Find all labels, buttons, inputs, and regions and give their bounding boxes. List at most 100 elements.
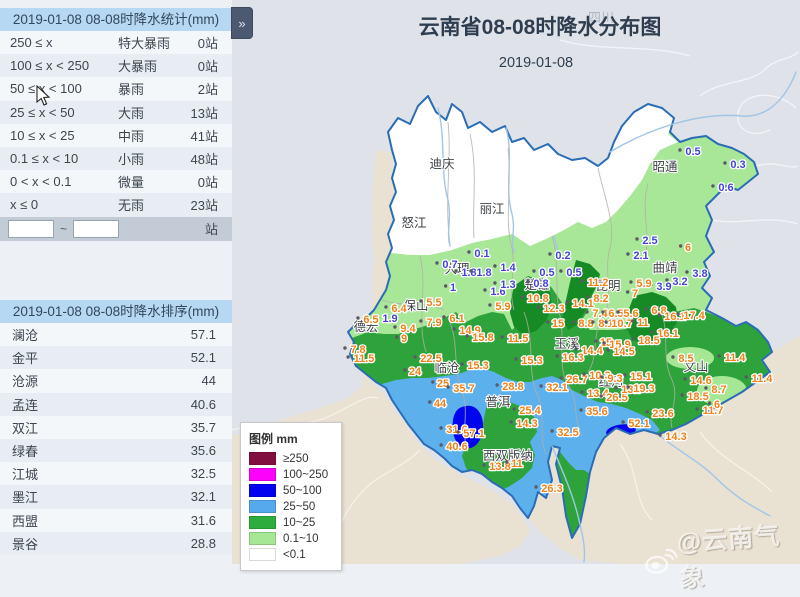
- station-value: 40.6: [446, 441, 467, 453]
- station-value: 18.5: [638, 335, 659, 347]
- station-value: 11.2: [588, 277, 609, 289]
- stats-cell-cnt: 0站: [180, 33, 218, 52]
- station-dot: [488, 303, 491, 306]
- station-dot: [356, 316, 359, 319]
- stats-cell-cnt: 48站: [180, 149, 218, 168]
- sidebar-collapse-button[interactable]: »: [231, 7, 253, 39]
- station-count-filter: ~ 站: [0, 217, 232, 241]
- legend-item: <0.1: [249, 548, 333, 561]
- station-dot: [456, 430, 459, 433]
- stats-cell-range: 50 ≤ x < 100: [10, 81, 118, 96]
- station-dot: [526, 280, 529, 283]
- station-dot: [695, 407, 698, 410]
- station-dot: [467, 250, 470, 253]
- rank-rows: 澜沧57.1金平52.1沧源44孟连40.6双江35.7绿春35.6江城32.5…: [0, 323, 232, 555]
- station-value: 14.4: [581, 345, 603, 357]
- stats-cell-cat: 暴雨: [118, 79, 180, 98]
- station-dot: [635, 237, 638, 240]
- legend-rows: ≥250100~25050~10025~5010~250.1~10<0.1: [249, 452, 333, 561]
- station-dot: [602, 341, 605, 344]
- station-value: 1.4: [500, 262, 516, 274]
- stats-row: 10 ≤ x < 25中雨41站: [0, 124, 232, 147]
- station-value: 32.1: [546, 382, 567, 394]
- legend-item: ≥250: [249, 452, 333, 465]
- station-dot: [671, 355, 674, 358]
- station-dot: [469, 269, 472, 272]
- station-dot: [493, 281, 496, 284]
- station-value: 9: [401, 333, 407, 345]
- station-dot: [644, 307, 647, 310]
- station-dot: [645, 410, 648, 413]
- station-dot: [559, 376, 562, 379]
- filter-max-input[interactable]: [73, 220, 119, 238]
- station-dot: [744, 375, 747, 378]
- station-dot: [465, 334, 468, 337]
- station-dot: [614, 386, 617, 389]
- stats-cell-range: 10 ≤ x < 25: [10, 128, 118, 143]
- legend-swatch: [249, 516, 276, 529]
- stats-cell-cnt: 23站: [180, 195, 218, 214]
- station-value: 5.9: [636, 278, 651, 290]
- stats-cell-range: 0.1 ≤ x < 10: [10, 151, 118, 166]
- map-date: 2019-01-08: [499, 55, 573, 71]
- station-dot: [574, 347, 577, 350]
- stats-cell-cat: 大暴雨: [118, 56, 180, 75]
- rank-station-value: 31.6: [191, 513, 216, 528]
- station-value: 1.8: [461, 267, 476, 279]
- station-value: 5.5: [426, 297, 441, 309]
- stats-row: x ≤ 0无雨23站: [0, 193, 232, 216]
- station-dot: [629, 280, 632, 283]
- station-value: 52.1: [628, 418, 649, 430]
- station-dot: [346, 355, 349, 358]
- station-value: 6: [685, 242, 691, 254]
- station-value: 1: [450, 282, 456, 294]
- station-dot: [679, 244, 682, 247]
- station-value: 23.6: [652, 408, 673, 420]
- prefecture-label: 昭通: [652, 160, 678, 174]
- station-dot: [631, 337, 634, 340]
- filter-min-input[interactable]: [8, 220, 54, 238]
- station-value: 8.5: [678, 353, 693, 365]
- rank-station-name: 墨江: [12, 487, 191, 506]
- legend-swatch: [249, 548, 276, 561]
- station-dot: [555, 354, 558, 357]
- stats-cell-range: 100 ≤ x < 250: [10, 58, 118, 73]
- station-dot: [594, 339, 597, 342]
- station-dot: [393, 325, 396, 328]
- station-dot: [650, 330, 653, 333]
- rank-station-value: 35.6: [191, 443, 216, 458]
- station-value: 3.8: [692, 268, 707, 280]
- station-dot: [571, 320, 574, 323]
- legend-label: 10~25: [283, 517, 315, 529]
- station-value: 14.1: [572, 298, 593, 310]
- rank-row: 墨江32.1: [0, 485, 232, 508]
- legend-swatch: [249, 532, 276, 545]
- station-dot: [483, 288, 486, 291]
- station-dot: [626, 252, 629, 255]
- station-value: 5.9: [495, 301, 510, 313]
- station-value: 10.7: [611, 318, 632, 330]
- stats-cell-cat: 小雨: [118, 149, 180, 168]
- station-value: 26.3: [541, 483, 562, 495]
- legend-label: 0.1~10: [283, 533, 319, 545]
- station-dot: [546, 320, 549, 323]
- station-value: 0.2: [555, 250, 570, 262]
- prefecture-label: 丽江: [479, 202, 504, 216]
- station-dot: [500, 335, 503, 338]
- station-dot: [657, 313, 660, 316]
- rank-station-name: 江城: [12, 464, 191, 483]
- station-value: 14.6: [690, 375, 711, 387]
- rank-station-value: 57.1: [191, 327, 216, 342]
- station-value: 25.4: [519, 405, 541, 417]
- station-dot: [403, 368, 406, 371]
- station-dot: [534, 485, 537, 488]
- station-dot: [512, 407, 515, 410]
- station-dot: [680, 393, 683, 396]
- watermark-text: @云南气象: [676, 515, 800, 595]
- station-dot: [413, 355, 416, 358]
- station-dot: [435, 261, 438, 264]
- station-dot: [717, 354, 720, 357]
- station-value: 57.1: [463, 428, 484, 440]
- map-legend: 图例 mm ≥250100~25050~10025~5010~250.1~10<…: [240, 422, 342, 571]
- station-dot: [606, 348, 609, 351]
